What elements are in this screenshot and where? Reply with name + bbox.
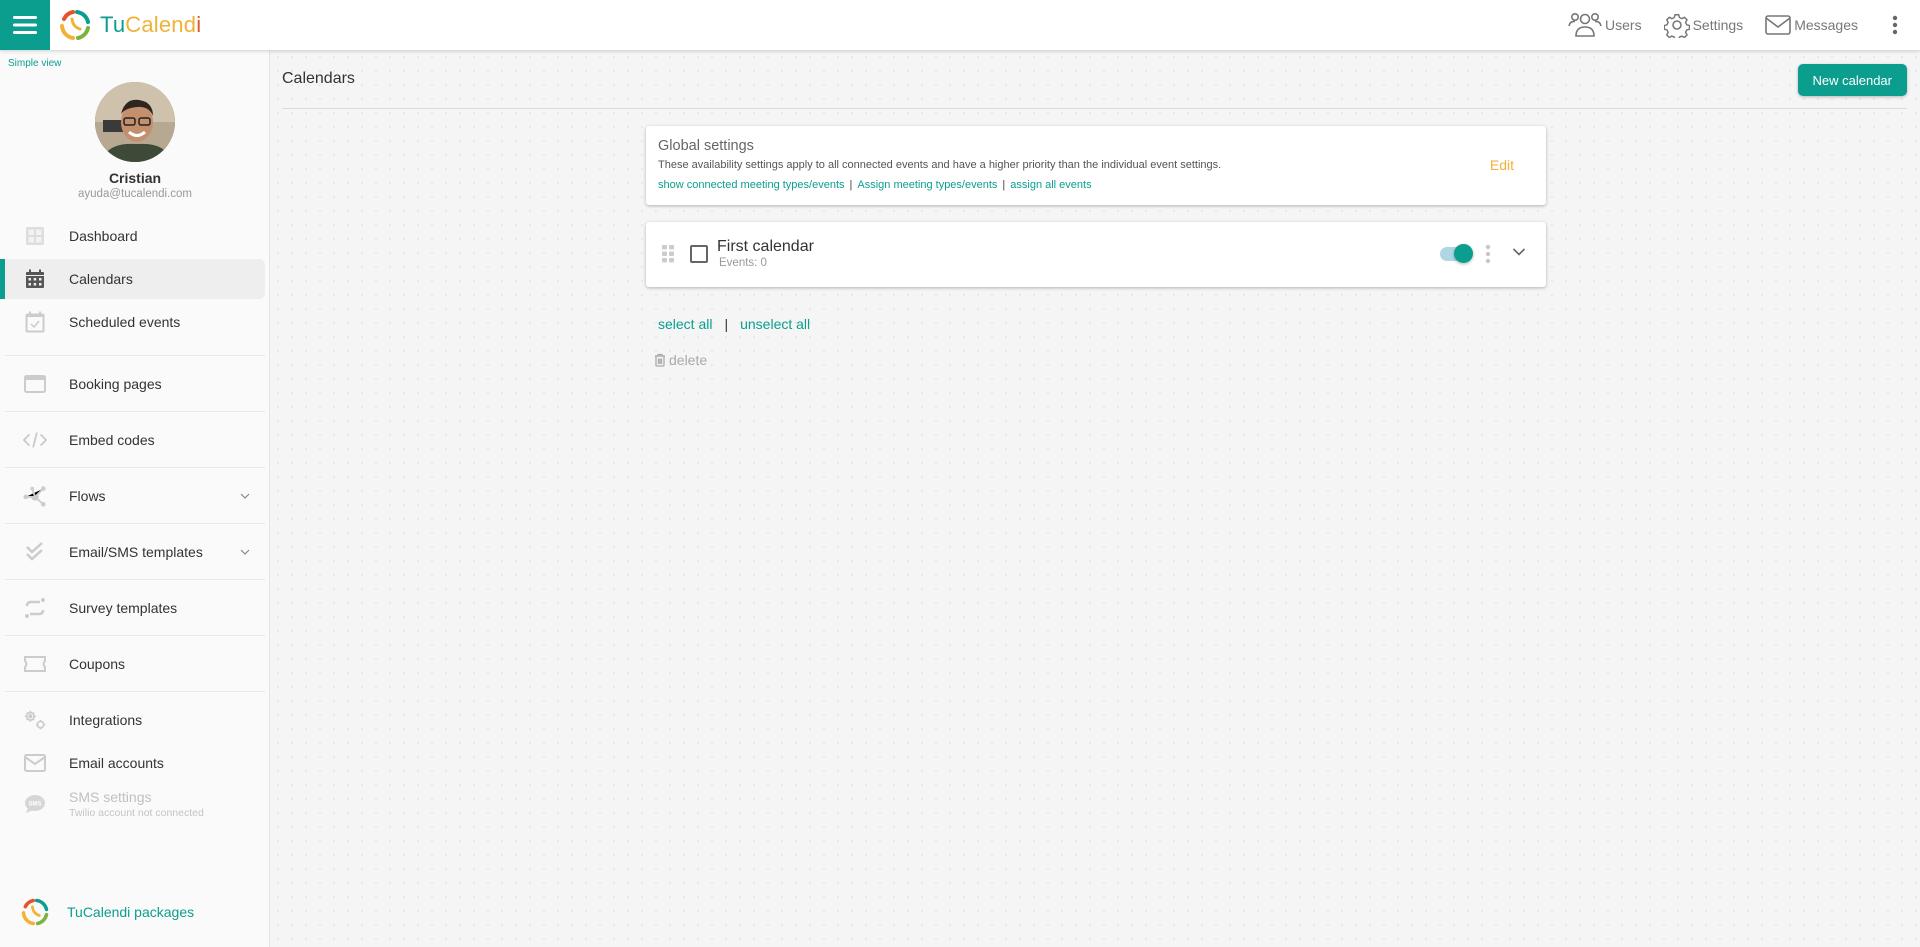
more-vertical-icon[interactable] xyxy=(1485,244,1491,264)
global-settings-title: Global settings xyxy=(658,138,754,154)
calendar-name[interactable]: First calendar xyxy=(717,238,814,256)
global-settings-links: show connected meeting types/events | As… xyxy=(658,179,1092,191)
delete-button[interactable]: delete xyxy=(654,352,707,368)
chevron-down-icon[interactable] xyxy=(1512,247,1526,257)
tucalendi-packages-link[interactable]: TuCalendi packages xyxy=(20,897,194,927)
flows-icon xyxy=(23,484,47,508)
hamburger-icon xyxy=(13,16,37,34)
users-icon xyxy=(1568,12,1602,37)
avatar[interactable] xyxy=(95,82,175,162)
global-settings-card: Global settings These availability setti… xyxy=(646,126,1546,205)
calendar-select-checkbox[interactable] xyxy=(690,245,708,263)
more-vertical-icon xyxy=(1892,15,1898,35)
chevron-down-icon[interactable] xyxy=(239,492,251,500)
calendar-icon xyxy=(23,267,47,291)
sidebar-item-dashboard[interactable]: Dashboard xyxy=(5,216,265,256)
unselect-all-link[interactable]: unselect all xyxy=(740,316,810,332)
sidebar-item-scheduled-events[interactable]: Scheduled events xyxy=(5,302,265,342)
svg-text:SMS: SMS xyxy=(28,802,41,808)
dashboard-icon xyxy=(23,224,47,248)
new-calendar-button[interactable]: New calendar xyxy=(1797,64,1907,96)
menu-toggle-button[interactable] xyxy=(0,0,50,50)
calendar-row: First calendar Events: 0 xyxy=(646,222,1546,287)
assign-all-events-link[interactable]: assign all events xyxy=(1010,179,1091,191)
global-settings-description: These availability settings apply to all… xyxy=(658,159,1222,171)
envelope-icon xyxy=(1765,15,1791,35)
page-title: Calendars xyxy=(282,70,355,87)
main-content: Calendars New calendar Global settings T… xyxy=(271,50,1920,947)
envelope-icon xyxy=(23,751,47,775)
code-icon xyxy=(23,428,47,452)
sidebar-item-embed-codes[interactable]: Embed codes xyxy=(5,412,265,467)
app-name: TuCalendi xyxy=(100,12,202,37)
sidebar-item-coupons[interactable]: Coupons xyxy=(5,636,265,691)
more-options-button[interactable] xyxy=(1880,15,1910,35)
simple-view-link[interactable]: Simple view xyxy=(8,58,61,69)
user-photo xyxy=(95,82,175,162)
ticket-icon xyxy=(23,652,47,676)
drag-handle-icon[interactable] xyxy=(662,245,674,263)
sms-bubble-icon: SMS xyxy=(23,792,47,816)
gear-icon xyxy=(1663,14,1690,38)
sidebar-item-sms-settings[interactable]: SMS SMS settings Twilio account not conn… xyxy=(5,783,265,825)
selection-controls: select all | unselect all xyxy=(658,316,811,332)
browser-window-icon xyxy=(23,372,47,396)
sidebar-item-flows[interactable]: Flows xyxy=(5,468,265,523)
sidebar-item-survey-templates[interactable]: Survey templates xyxy=(5,580,265,635)
toggle-knob xyxy=(1454,244,1473,263)
survey-icon xyxy=(23,596,47,620)
sidebar-item-booking-pages[interactable]: Booking pages xyxy=(5,356,265,411)
sidebar-item-email-sms-templates[interactable]: Email/SMS templates xyxy=(5,524,265,579)
tucalendi-logo-icon xyxy=(21,898,49,926)
users-link[interactable]: Users xyxy=(1568,12,1642,38)
chevron-down-icon[interactable] xyxy=(239,548,251,556)
select-all-link[interactable]: select all xyxy=(658,316,712,332)
show-connected-events-link[interactable]: show connected meeting types/events xyxy=(658,179,845,191)
assign-meeting-types-link[interactable]: Assign meeting types/events xyxy=(857,179,997,191)
sidebar-item-calendars[interactable]: Calendars xyxy=(0,259,265,299)
sidebar-nav: Dashboard Calendars Scheduled events Boo… xyxy=(0,216,270,825)
calendar-enabled-toggle[interactable] xyxy=(1440,244,1473,263)
divider xyxy=(282,108,1907,109)
tucalendi-logo-icon xyxy=(60,10,90,40)
calendar-check-icon xyxy=(23,310,47,334)
sidebar: Simple view Cristian ayuda@tucalendi.com… xyxy=(0,50,270,947)
messages-link[interactable]: Messages xyxy=(1765,15,1858,35)
calendar-events-count: Events: 0 xyxy=(719,257,767,269)
sidebar-item-integrations[interactable]: Integrations xyxy=(5,700,265,740)
user-name: Cristian xyxy=(108,170,162,186)
trash-icon xyxy=(655,353,665,367)
sidebar-item-email-accounts[interactable]: Email accounts xyxy=(5,743,265,783)
edit-global-settings-button[interactable]: Edit xyxy=(1490,157,1514,173)
app-logo[interactable]: TuCalendi xyxy=(58,8,201,42)
double-check-icon xyxy=(23,540,47,564)
top-bar: TuCalendi Users Settings Messages xyxy=(0,0,1920,50)
settings-link[interactable]: Settings xyxy=(1663,12,1743,38)
gears-icon xyxy=(23,708,47,732)
user-email: ayuda@tucalendi.com xyxy=(78,188,192,200)
